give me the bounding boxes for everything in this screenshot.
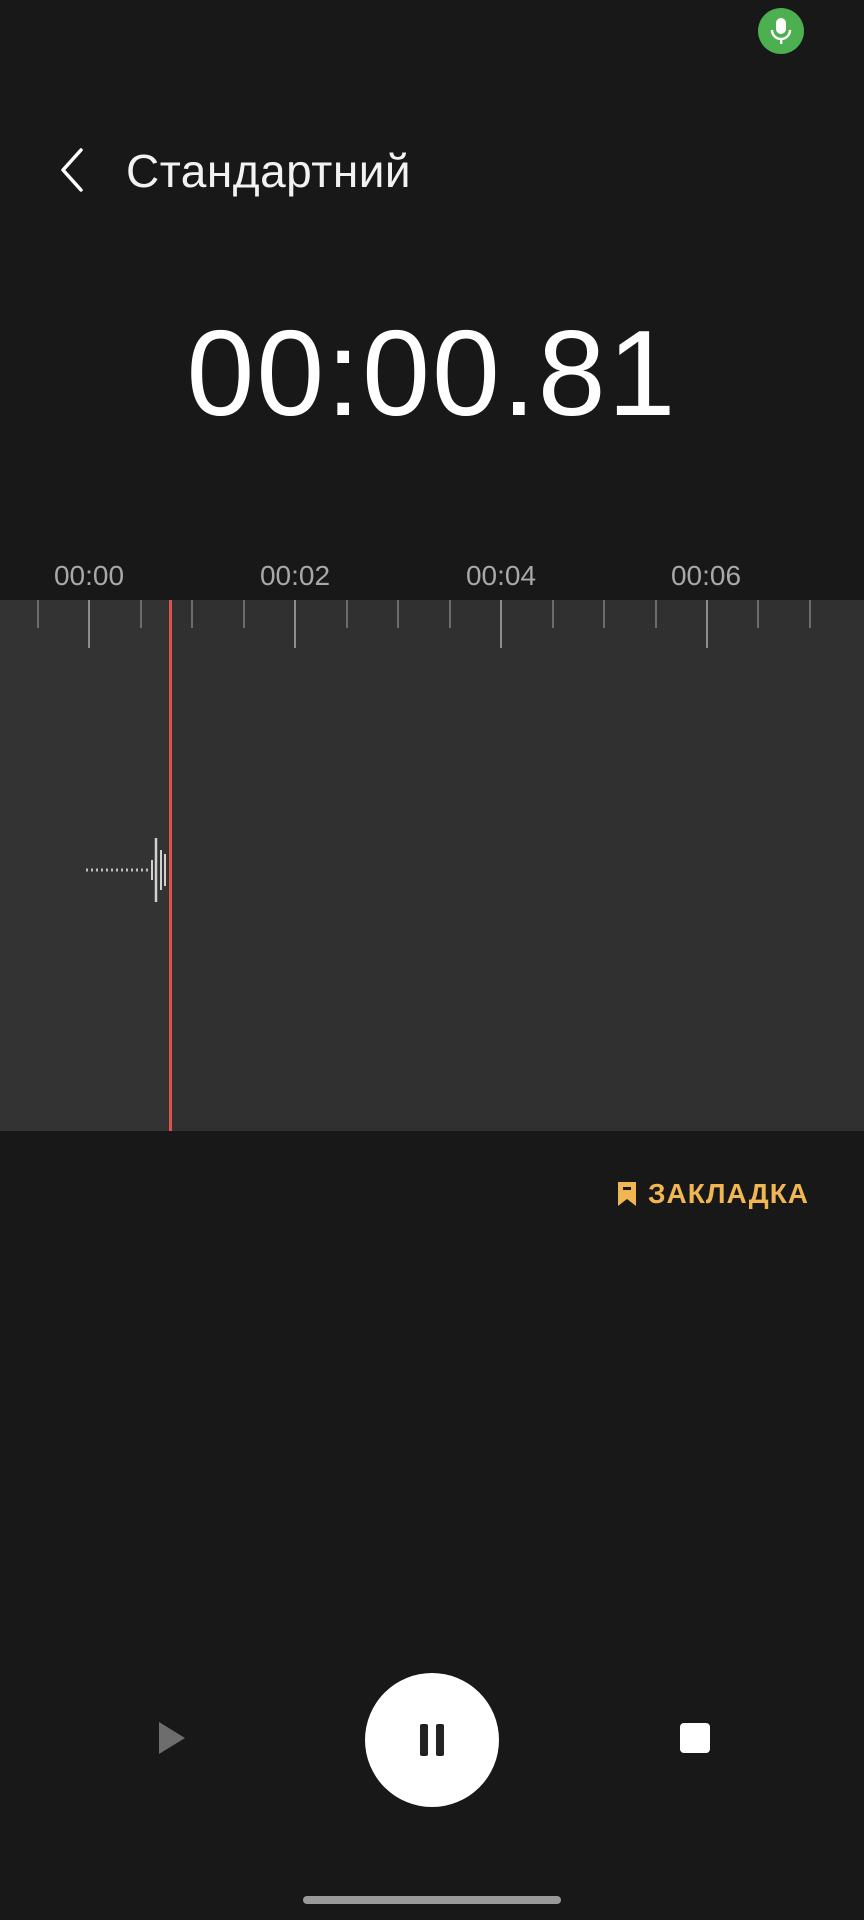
bookmark-icon: [618, 1182, 636, 1206]
stop-icon: [680, 1723, 710, 1753]
stop-button[interactable]: [663, 1706, 727, 1770]
home-indicator[interactable]: [303, 1896, 561, 1904]
bookmark-label: ЗАКЛАДКА: [648, 1178, 810, 1209]
pause-icon: [420, 1724, 444, 1756]
timeline-label: 00:02: [259, 560, 331, 591]
waveform: [86, 838, 166, 902]
pause-button[interactable]: [365, 1673, 499, 1807]
play-icon: [159, 1722, 185, 1754]
timeline-label: 00:00: [53, 560, 125, 591]
chevron-left-icon: [61, 148, 83, 192]
playhead[interactable]: [169, 600, 172, 1131]
waveform-panel[interactable]: [0, 600, 864, 1131]
timeline-ruler: [0, 600, 864, 650]
status-bar: [0, 0, 864, 64]
recorder-controls: [0, 1670, 864, 1810]
bookmark-button[interactable]: ЗАКЛАДКА: [616, 1172, 809, 1216]
timeline-label: 00:06: [670, 560, 742, 591]
elapsed-time: 00:00.81: [186, 305, 678, 441]
timeline-labels: 00:00 00:02 00:04 00:06: [0, 560, 864, 600]
back-button[interactable]: [44, 142, 100, 198]
timeline-label: 00:04: [465, 560, 537, 591]
page-title: Стандартний: [126, 145, 412, 197]
microphone-icon: [758, 8, 804, 54]
play-button[interactable]: [140, 1706, 204, 1770]
header: Стандартний: [0, 120, 864, 220]
